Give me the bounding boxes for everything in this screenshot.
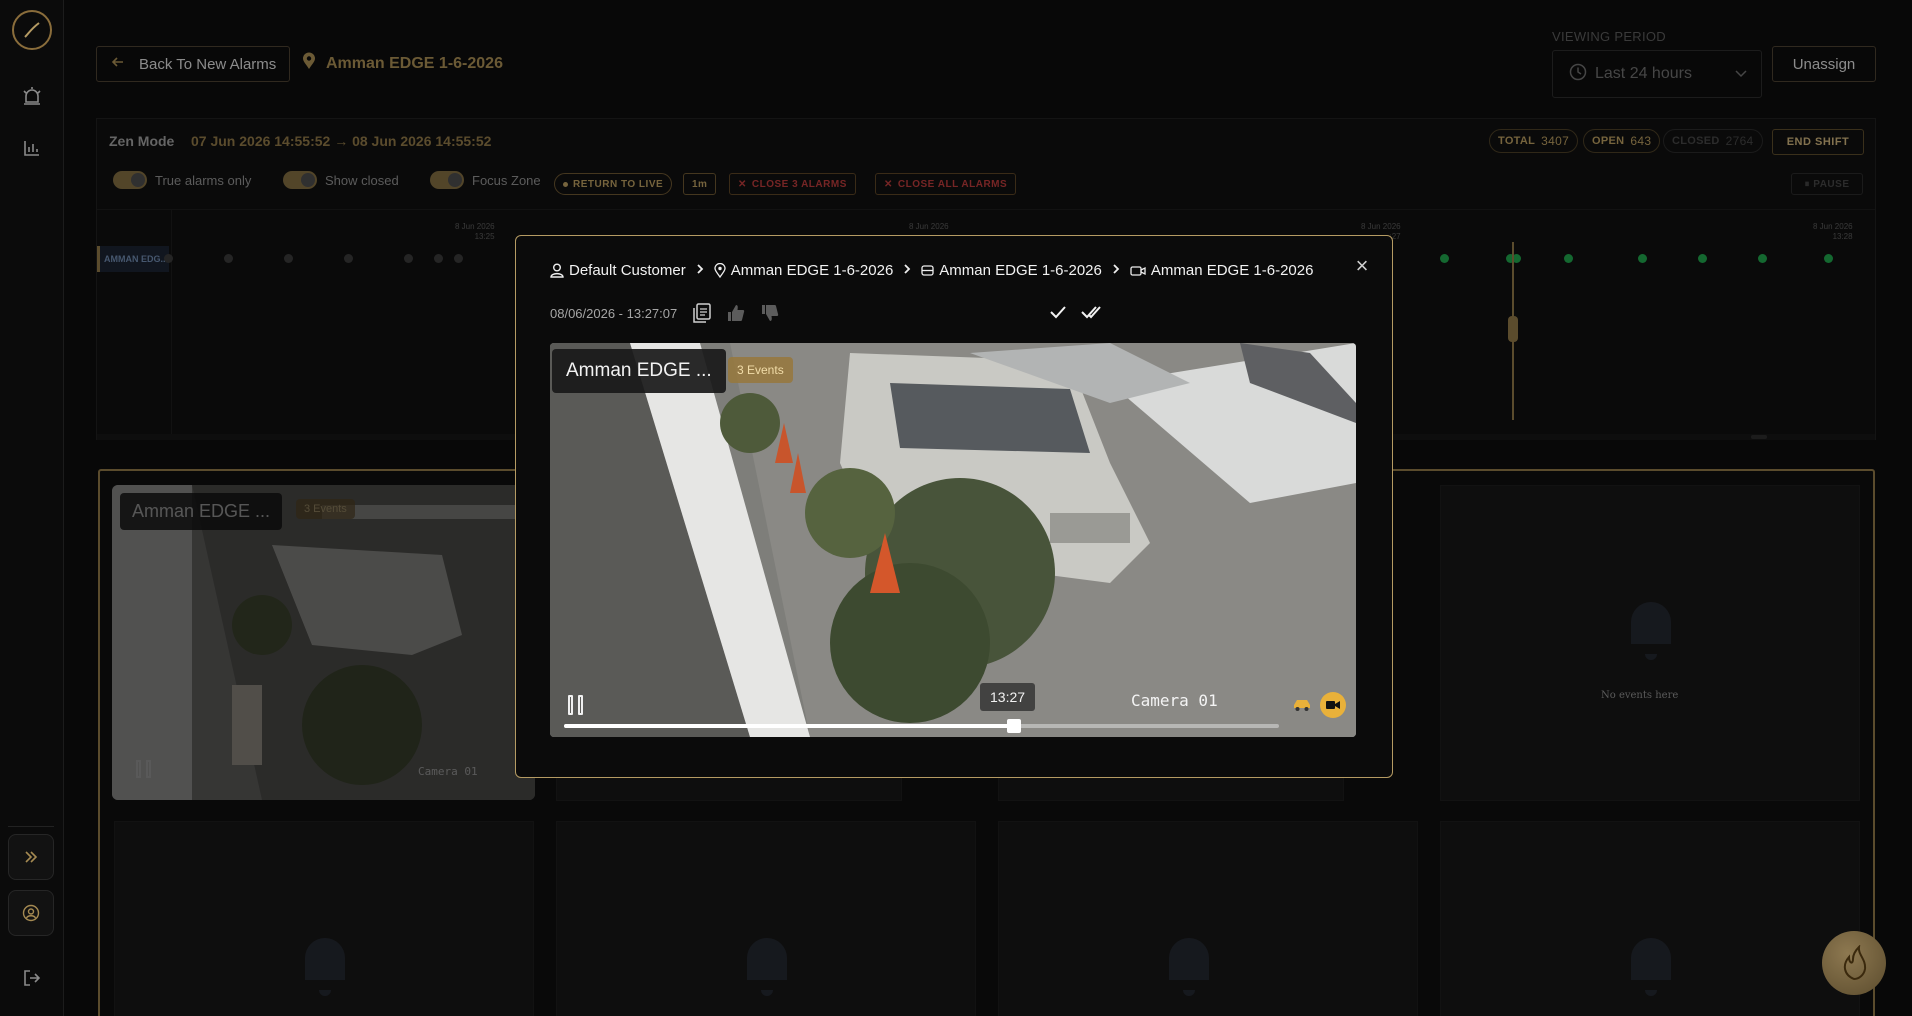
breadcrumb-device[interactable]: Amman EDGE 1-6-2026	[921, 262, 1102, 279]
app-root: Back To New Alarms Amman EDGE 1-6-2026 V…	[0, 0, 1912, 1016]
video-events-badge: 3 Events	[728, 357, 793, 383]
breadcrumb-site[interactable]: Amman EDGE 1-6-2026	[714, 262, 894, 279]
double-check-icon	[1081, 306, 1101, 319]
profile-button[interactable]	[8, 890, 54, 936]
device-icon	[921, 265, 934, 276]
chevron-right-icon	[903, 262, 911, 279]
breadcrumb-device-label: Amman EDGE 1-6-2026	[939, 262, 1102, 279]
video-progress-fill	[564, 724, 1015, 728]
chevron-right-icon	[696, 262, 704, 279]
expand-sidebar-button[interactable]	[8, 834, 54, 880]
video-progress-knob[interactable]	[1007, 719, 1022, 733]
thumbs-up-icon[interactable]	[726, 303, 746, 328]
acknowledge-button[interactable]	[1048, 302, 1070, 324]
camera-icon	[1130, 265, 1146, 276]
video-title: Amman EDGE ...	[552, 349, 726, 393]
sidebar	[0, 0, 64, 1016]
location-pin-icon	[714, 263, 726, 278]
vehicle-icon	[1292, 698, 1312, 717]
thumbs-down-icon[interactable]	[760, 303, 780, 328]
analytics-icon[interactable]	[20, 136, 44, 160]
breadcrumb-customer[interactable]: Default Customer	[550, 262, 686, 279]
user-circle-icon	[22, 904, 40, 922]
alarm-actions	[692, 302, 780, 329]
user-icon	[550, 263, 564, 278]
close-alarm-button[interactable]	[1080, 302, 1102, 324]
breadcrumb: Default Customer Amman EDGE 1-6-2026 Amm…	[550, 262, 1313, 279]
video-time-tooltip: 13:27	[980, 683, 1036, 711]
breadcrumb-customer-label: Default Customer	[569, 262, 686, 279]
breadcrumb-camera[interactable]: Amman EDGE 1-6-2026	[1130, 262, 1314, 279]
pause-icon[interactable]	[568, 695, 588, 717]
alarm-icon[interactable]	[20, 84, 44, 108]
camera-overlay-label: Camera 01	[1131, 691, 1218, 710]
camera-video-frame	[550, 343, 1356, 737]
alarm-detail-modal: Default Customer Amman EDGE 1-6-2026 Amm…	[515, 235, 1393, 778]
copy-icon[interactable]	[692, 302, 712, 329]
brand-logo[interactable]	[12, 10, 52, 50]
double-chevron-right-icon	[25, 851, 38, 863]
breadcrumb-site-label: Amman EDGE 1-6-2026	[730, 262, 894, 279]
camera-badge-icon	[1320, 692, 1346, 718]
alarm-timestamp: 08/06/2026 - 13:27:07	[550, 306, 678, 321]
breadcrumb-camera-label: Amman EDGE 1-6-2026	[1150, 262, 1314, 279]
close-modal-button[interactable]: ×	[1352, 255, 1372, 277]
video-progress-bar[interactable]	[564, 719, 1279, 733]
video-player[interactable]: Amman EDGE ... 3 Events 13:27 Camera 01	[550, 343, 1356, 737]
sidebar-divider	[8, 826, 54, 827]
check-icon	[1050, 306, 1066, 319]
chevron-right-icon	[1112, 262, 1120, 279]
logout-icon[interactable]	[20, 966, 44, 990]
